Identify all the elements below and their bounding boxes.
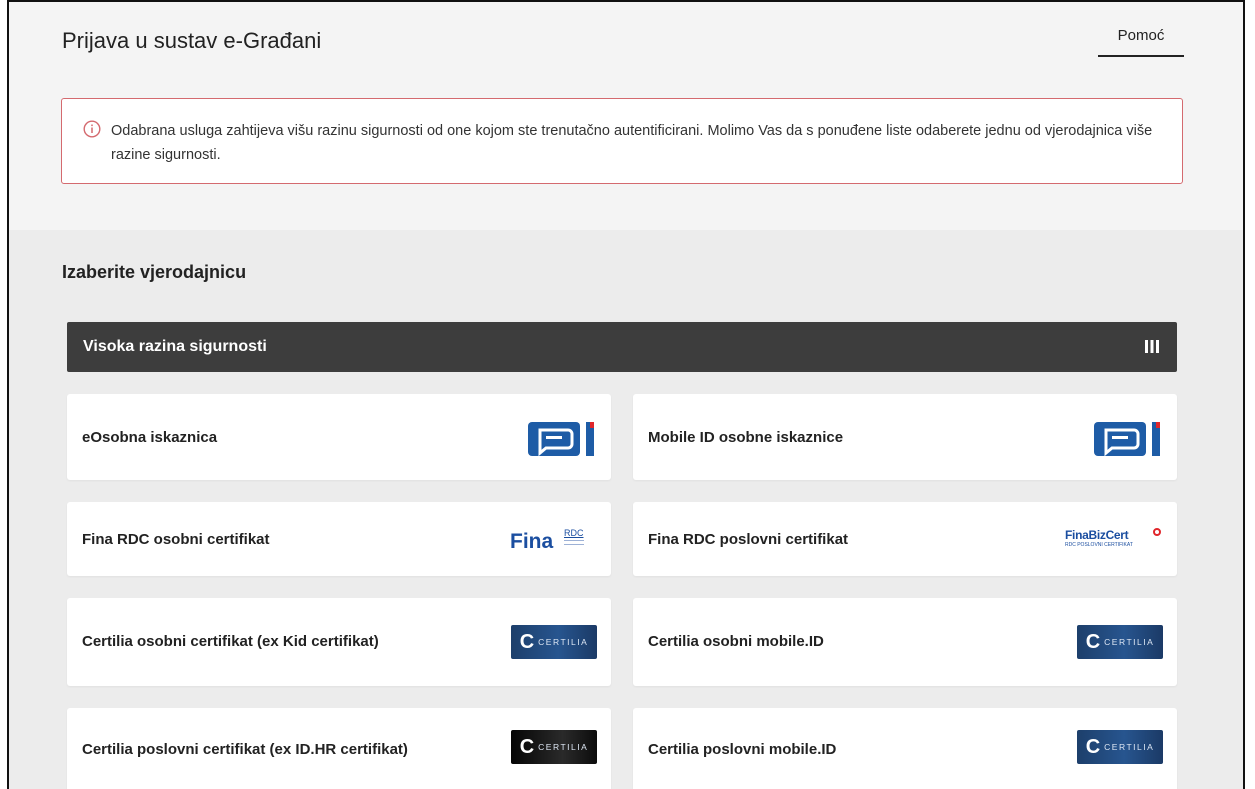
- credential-label: eOsobna iskaznica: [82, 429, 218, 446]
- security-level-label: Visoka razina sigurnosti: [83, 338, 267, 355]
- credential-label: Fina RDC osobni certifikat: [82, 531, 270, 548]
- certilia-c-icon: C: [1085, 735, 1101, 758]
- certilia-c-icon: C: [1085, 630, 1101, 653]
- credential-card-mobile-id[interactable]: Mobile ID osobne iskaznice: [633, 394, 1177, 480]
- certilia-c-icon: C: [519, 735, 535, 758]
- credential-card-fina-poslovni[interactable]: Fina RDC poslovni certifikat FinaBizCert…: [633, 502, 1177, 576]
- certilia-logo: C CERTILIA: [1077, 730, 1163, 764]
- credential-label: Certilia poslovni mobile.ID: [648, 741, 837, 758]
- security-alert: Odabrana usluga zahtijeva višu razinu si…: [61, 98, 1183, 184]
- certilia-logo-text: CERTILIA: [1104, 742, 1155, 752]
- signal-bars-icon: [1145, 340, 1159, 353]
- certilia-logo-text: CERTILIA: [538, 742, 589, 752]
- credential-label: Certilia osobni certifikat (ex Kid certi…: [82, 633, 379, 650]
- fina-bizcert-sub: RDC POSLOVNI CERTIFIKAT: [1065, 542, 1133, 548]
- help-link[interactable]: Pomoć: [1098, 27, 1184, 57]
- credential-card-certilia-mobile[interactable]: Certilia osobni mobile.ID C CERTILIA: [633, 598, 1177, 686]
- credential-card-certilia-poslovni-mobile[interactable]: Certilia poslovni mobile.ID C CERTILIA: [633, 708, 1177, 789]
- credential-chooser: Izaberite vjerodajnicu Visoka razina sig…: [9, 230, 1243, 789]
- certilia-logo: C CERTILIA: [1077, 625, 1163, 659]
- security-level-header[interactable]: Visoka razina sigurnosti: [67, 322, 1177, 372]
- credential-label: Mobile ID osobne iskaznice: [648, 429, 844, 446]
- credential-card-certilia-poslovni[interactable]: Certilia poslovni certifikat (ex ID.HR c…: [67, 708, 611, 789]
- credential-card-certilia-osobni[interactable]: Certilia osobni certifikat (ex Kid certi…: [67, 598, 611, 686]
- credential-card-fina-osobni[interactable]: Fina RDC osobni certifikat Fina RDC: [67, 502, 611, 576]
- eoi-icon: [1094, 422, 1160, 457]
- credential-label: Certilia poslovni certifikat (ex ID.HR c…: [82, 741, 408, 758]
- credential-label: Certilia osobni mobile.ID: [648, 633, 824, 650]
- eoi-icon: [528, 422, 594, 457]
- alert-message: Odabrana usluga zahtijeva višu razinu si…: [111, 123, 1153, 163]
- fina-bizcert-badge-icon: [1153, 528, 1161, 536]
- section-title: Izaberite vjerodajnicu: [62, 262, 247, 282]
- fina-logo-sub: RDC: [564, 528, 584, 538]
- page-header: Prijava u sustav e-Građani Pomoć Odabran…: [9, 2, 1243, 230]
- page-title: Prijava u sustav e-Građani: [62, 28, 322, 53]
- certilia-logo: C CERTILIA: [511, 730, 597, 764]
- fina-rdc-logo: Fina RDC: [510, 526, 600, 556]
- info-circle-icon: [83, 120, 101, 138]
- certilia-logo-text: CERTILIA: [538, 637, 589, 647]
- fina-bizcert-logo: FinaBizCert RDC POSLOVNI CERTIFIKAT: [1065, 528, 1165, 554]
- certilia-c-icon: C: [519, 630, 535, 653]
- credential-label: Fina RDC poslovni certifikat: [648, 531, 849, 548]
- credential-card-eosobna[interactable]: eOsobna iskaznica: [67, 394, 611, 480]
- fina-bizcert-text: FinaBizCert: [1065, 528, 1129, 542]
- certilia-logo: C CERTILIA: [511, 625, 597, 659]
- browser-frame: Prijava u sustav e-Građani Pomoć Odabran…: [7, 0, 1245, 789]
- fina-logo-text: Fina: [510, 530, 554, 553]
- certilia-logo-text: CERTILIA: [1104, 637, 1155, 647]
